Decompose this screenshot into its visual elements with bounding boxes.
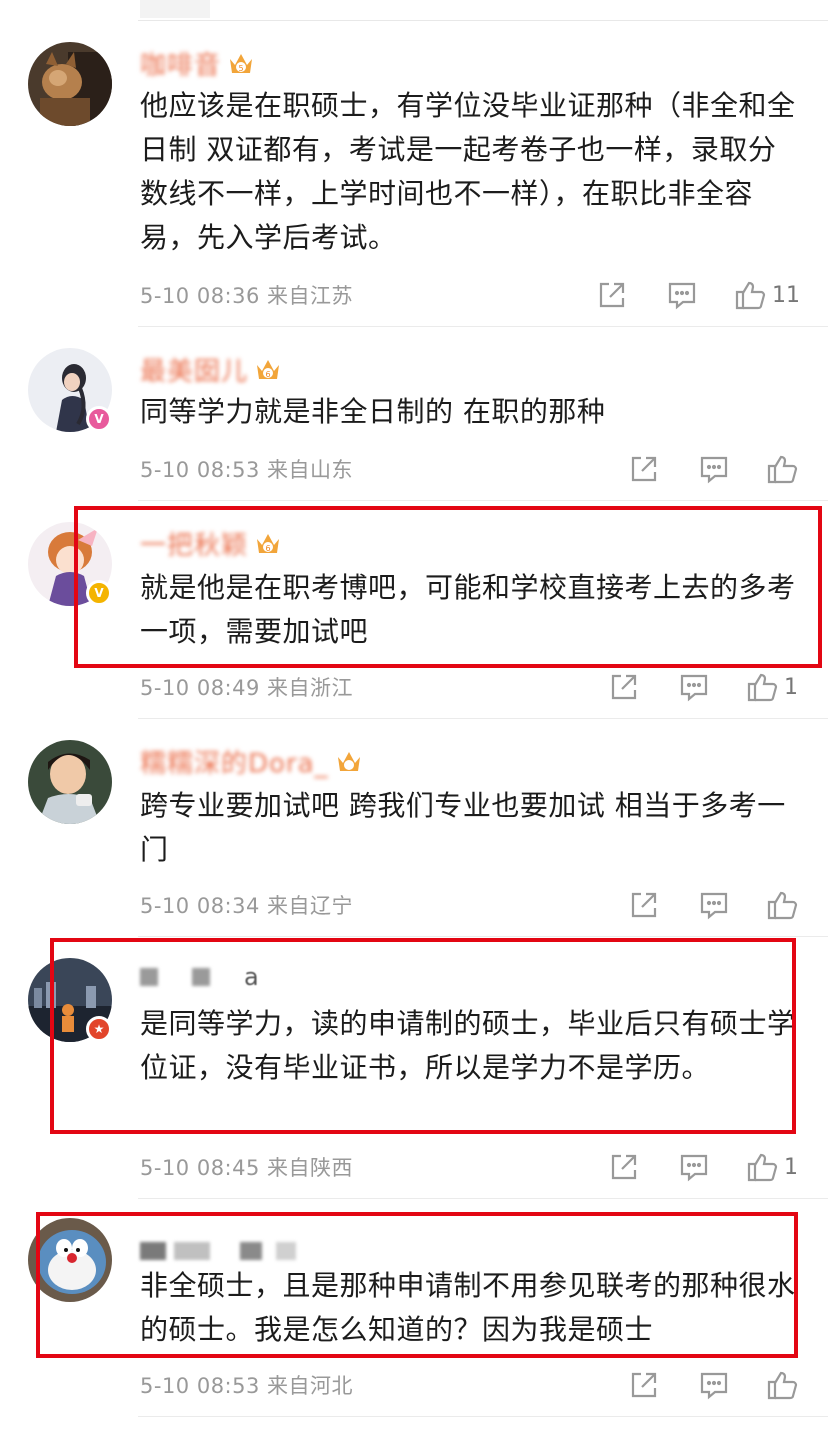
comment-meta: 5-10 08:36 来自江苏 xyxy=(140,280,353,310)
comment-location: 来自江苏 xyxy=(267,284,354,308)
like-button[interactable]: 1 xyxy=(746,1151,798,1183)
comment-icon xyxy=(700,892,728,920)
comment-time: 5-10 08:45 xyxy=(140,1156,260,1180)
username[interactable]: 最美囡儿 xyxy=(140,351,248,388)
like-button[interactable] xyxy=(766,889,804,921)
like-button[interactable] xyxy=(766,1369,804,1401)
comment-icon xyxy=(700,456,728,484)
comment-actions: 11 xyxy=(594,278,800,312)
share-button[interactable] xyxy=(606,671,642,703)
divider xyxy=(138,718,828,719)
comment-meta: 5-10 08:45 来自陕西 xyxy=(140,1152,353,1182)
comment-icon xyxy=(680,1154,708,1182)
divider xyxy=(138,1198,828,1199)
highlight-box xyxy=(50,938,796,1134)
svg-text:5: 5 xyxy=(238,64,243,73)
svg-text:6: 6 xyxy=(265,370,270,379)
comment-actions xyxy=(626,452,804,486)
divider xyxy=(138,1416,828,1417)
share-button[interactable] xyxy=(606,1151,642,1183)
comment-time: 5-10 08:36 xyxy=(140,284,260,308)
vip-crown-icon: 6 xyxy=(257,360,280,379)
comment-icon xyxy=(680,674,708,702)
thumbs-up-icon xyxy=(747,673,778,702)
thumbs-up-icon xyxy=(767,891,798,920)
share-button[interactable] xyxy=(594,279,630,311)
like-button[interactable]: 1 xyxy=(746,671,798,703)
highlight-box xyxy=(74,506,822,668)
username[interactable]: 糯糯深的Dora_ xyxy=(140,743,329,780)
divider xyxy=(138,326,828,327)
comment-meta: 5-10 08:53 来自河北 xyxy=(140,1370,353,1400)
reply-button[interactable] xyxy=(696,1369,732,1401)
reply-button[interactable] xyxy=(664,279,700,311)
divider xyxy=(138,500,828,501)
reply-button[interactable] xyxy=(676,671,712,703)
comment-meta: 5-10 08:53 来自山东 xyxy=(140,454,353,484)
vip-crown-icon xyxy=(337,752,360,771)
like-count: 11 xyxy=(772,282,800,308)
comment-text: 同等学力就是非全日制的 在职的那种 xyxy=(140,395,606,428)
share-icon xyxy=(611,674,637,700)
member-badge-icon: V xyxy=(86,406,112,432)
share-button[interactable] xyxy=(626,453,662,485)
comment-time: 5-10 08:49 xyxy=(140,676,260,700)
comment-location: 来自陕西 xyxy=(267,1156,354,1180)
thumbs-up-icon xyxy=(767,1371,798,1400)
comment-meta: 5-10 08:34 来自辽宁 xyxy=(140,890,353,920)
comment-icon xyxy=(700,1372,728,1400)
username-row[interactable]: 咖啡音 5 xyxy=(140,48,255,81)
comment-time: 5-10 08:34 xyxy=(140,894,260,918)
share-button[interactable] xyxy=(626,1369,662,1401)
avatar[interactable] xyxy=(28,42,112,126)
comment-meta: 5-10 08:49 来自浙江 xyxy=(140,672,353,702)
highlight-box xyxy=(36,1212,798,1358)
comment-location: 来自山东 xyxy=(267,458,354,482)
username-row[interactable]: 最美囡儿 6 xyxy=(140,354,282,387)
comment-location: 来自河北 xyxy=(267,1374,354,1398)
thumbs-up-icon xyxy=(767,455,798,484)
username[interactable]: 咖啡音 xyxy=(140,45,221,82)
like-button[interactable] xyxy=(766,453,804,485)
reply-button[interactable] xyxy=(696,889,732,921)
comment-text: 跨专业要加试吧 跨我们专业也要加试 相当于多考一门 xyxy=(140,789,786,866)
comment-text: 他应该是在职硕士，有学位没毕业证那种（非全和全日制 双证都有，考试是一起考卷子也… xyxy=(140,89,796,254)
username-row[interactable]: 糯糯深的Dora_ xyxy=(140,746,363,779)
comment-time: 5-10 08:53 xyxy=(140,1374,260,1398)
previous-comment-stub xyxy=(140,0,210,18)
share-icon xyxy=(631,456,657,482)
comment-icon xyxy=(668,282,696,310)
divider xyxy=(138,936,828,937)
like-count: 1 xyxy=(784,1154,798,1180)
comment-actions xyxy=(626,888,804,922)
vip-crown-icon: 5 xyxy=(230,54,253,73)
like-button[interactable]: 11 xyxy=(734,279,800,311)
comment-actions: 1 xyxy=(606,670,798,704)
share-icon xyxy=(631,1372,657,1398)
thumbs-up-icon xyxy=(735,281,766,310)
comment-location: 来自浙江 xyxy=(267,676,354,700)
thumbs-up-icon xyxy=(747,1153,778,1182)
comment-time: 5-10 08:53 xyxy=(140,458,260,482)
divider xyxy=(138,20,828,21)
share-icon xyxy=(631,892,657,918)
reply-button[interactable] xyxy=(696,453,732,485)
comment-actions: 1 xyxy=(606,1150,798,1184)
avatar[interactable] xyxy=(28,740,112,824)
share-button[interactable] xyxy=(626,889,662,921)
reply-button[interactable] xyxy=(676,1151,712,1183)
share-icon xyxy=(599,282,625,308)
comment-location: 来自辽宁 xyxy=(267,894,354,918)
like-count: 1 xyxy=(784,674,798,700)
comment-actions xyxy=(626,1368,804,1402)
share-icon xyxy=(611,1154,637,1180)
